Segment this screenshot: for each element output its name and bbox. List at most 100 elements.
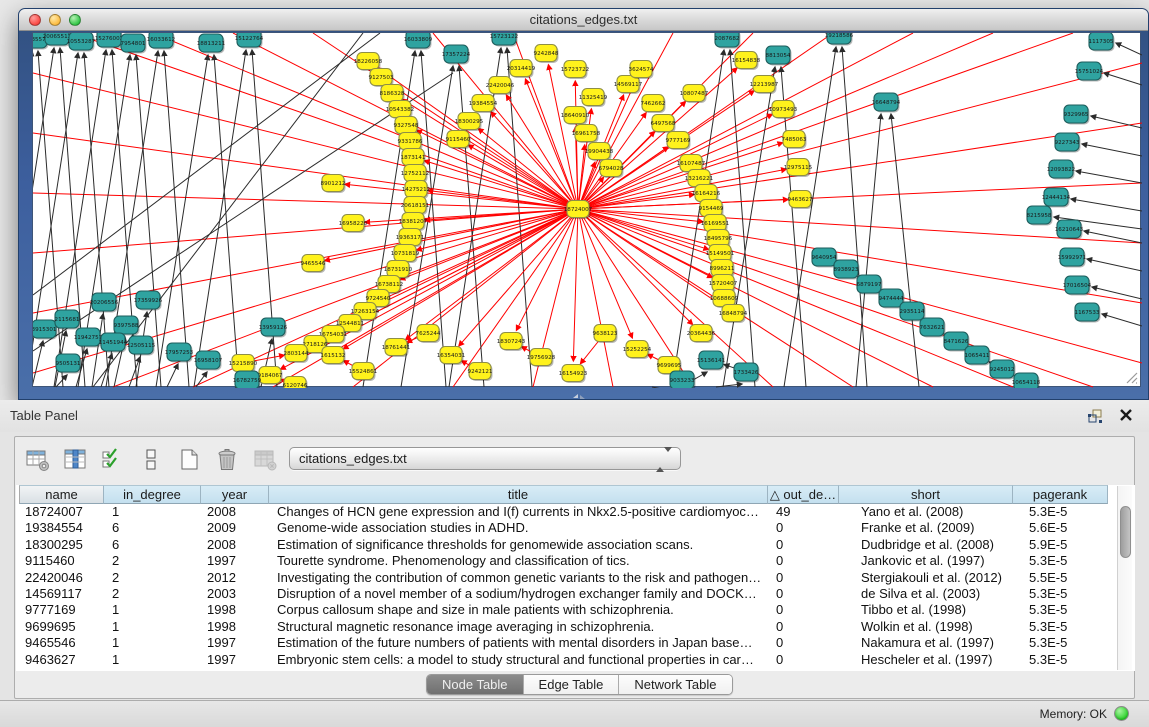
table-row[interactable]: 1872400712008Changes of HCN gene express… xyxy=(19,504,1108,520)
delete-rows-button[interactable] xyxy=(211,443,243,477)
float-panel-icon[interactable] xyxy=(1087,408,1103,424)
new-table-button[interactable] xyxy=(173,443,205,477)
node-label: 10543382 xyxy=(386,107,414,113)
cell-short: Tibbo et al. (1998) xyxy=(839,602,1013,618)
cell-short: Stergiakouli et al. (2012) xyxy=(839,570,1013,586)
vertical-scrollbar[interactable] xyxy=(1117,486,1132,670)
node-label: 9242848 xyxy=(534,51,559,57)
table-select-value: citations_edges.txt xyxy=(299,451,407,466)
table-settings-button[interactable] xyxy=(21,443,53,477)
network-canvas[interactable]: 1872400718226058912750381863281054338293… xyxy=(32,32,1141,387)
column-header-out_de[interactable]: △ out_de… xyxy=(768,485,839,504)
cell-in_degree: 2 xyxy=(104,553,201,569)
node-label: 9033233 xyxy=(670,378,695,384)
split-pane-handle[interactable] xyxy=(571,393,587,400)
node-label: 18307243 xyxy=(497,339,526,345)
cell-short: de Silva et al. (2003) xyxy=(839,586,1013,602)
tab-network-table[interactable]: Network Table xyxy=(619,675,731,694)
cell-name: 9777169 xyxy=(19,602,104,618)
network-view-window: citations_edges.txt 18724007182260589127… xyxy=(18,8,1149,400)
node-label: 1167533 xyxy=(1075,310,1100,316)
delete-table-icon xyxy=(253,448,277,472)
table-row[interactable]: 969969511998Structural magnetic resonanc… xyxy=(19,619,1108,635)
cell-pagerank: 5.3E-5 xyxy=(1013,602,1108,618)
table-body: 1872400712008Changes of HCN gene express… xyxy=(19,504,1108,668)
combo-arrows-icon xyxy=(656,452,672,467)
node-label: 15524861 xyxy=(349,369,378,375)
tab-node-table[interactable]: Node Table xyxy=(427,675,524,694)
node-label: 18761441 xyxy=(382,345,411,351)
node-label: 19384554 xyxy=(469,101,498,107)
node-label: 9329965 xyxy=(1064,112,1089,118)
node-label: 18813211 xyxy=(197,41,226,47)
table-row[interactable]: 946362711997Embryonic stem cells: a mode… xyxy=(19,652,1108,668)
node-label: 20364436 xyxy=(687,331,716,337)
node-label: 18731910 xyxy=(384,267,413,273)
node-label: 17957253 xyxy=(165,350,194,356)
column-header-name[interactable]: name xyxy=(19,485,104,504)
cell-title: Disruption of a novel member of a sodium… xyxy=(269,586,768,602)
node-label: 13216221 xyxy=(685,176,714,182)
table-row[interactable]: 946554611997Estimation of the future num… xyxy=(19,635,1108,651)
node-label: 22420046 xyxy=(486,83,515,89)
node-label: 18495796 xyxy=(704,236,733,242)
table-row[interactable]: 1830029562008Estimation of significance … xyxy=(19,537,1108,553)
column-header-in_degree[interactable]: in_degree xyxy=(104,485,201,504)
node-label: 2935114 xyxy=(900,309,925,315)
node-label: 8813054 xyxy=(766,53,791,59)
node-label: 15252254 xyxy=(623,347,652,353)
tab-edge-table[interactable]: Edge Table xyxy=(524,675,620,694)
node-label: 10688609 xyxy=(710,296,739,302)
cell-short: Yano et al. (2008) xyxy=(839,504,1013,520)
cell-name: 9465546 xyxy=(19,635,104,651)
rows-button[interactable] xyxy=(135,443,167,477)
table-row[interactable]: 2242004622012Investigating the contribut… xyxy=(19,570,1108,586)
node-label: 12444134 xyxy=(1042,195,1071,201)
table-row[interactable]: 911546021997Tourette syndrome. Phenomeno… xyxy=(19,553,1108,569)
cell-in_degree: 1 xyxy=(104,635,201,651)
cell-name: 9699695 xyxy=(19,619,104,635)
table-panel-titlebar: Table Panel xyxy=(0,400,1149,432)
table-row[interactable]: 977716911998Corpus callosum shape and si… xyxy=(19,602,1108,618)
cell-year: 2008 xyxy=(201,537,269,553)
node-label: 1065411 xyxy=(965,353,990,359)
node-label: 11451944 xyxy=(99,340,128,346)
column-header-short[interactable]: short xyxy=(839,485,1013,504)
node-label: 8186328 xyxy=(380,91,405,97)
node-label: 15276002 xyxy=(95,36,123,42)
node-label: 6120746 xyxy=(283,383,308,388)
node-label: 11325419 xyxy=(579,95,608,101)
column-header-title[interactable]: title xyxy=(269,485,768,504)
cell-title: Estimation of the future numbers of pati… xyxy=(269,635,768,651)
node-label: 2115681 xyxy=(55,317,80,323)
cell-title: Changes of HCN gene expression and I(f) … xyxy=(269,504,768,520)
table-select-dropdown[interactable]: citations_edges.txt xyxy=(289,447,681,470)
scrollbar-thumb[interactable] xyxy=(1120,506,1131,558)
cell-name: 18300295 xyxy=(19,537,104,553)
cell-short: Wolkin et al. (1998) xyxy=(839,619,1013,635)
node-label: 16958107 xyxy=(194,358,223,364)
node-label: 12505115 xyxy=(127,343,156,349)
cell-title: Tourette syndrome. Phenomenology and cla… xyxy=(269,553,768,569)
resize-grip-icon[interactable] xyxy=(1123,369,1139,385)
cell-out_de: 0 xyxy=(768,586,839,602)
show-column-button[interactable] xyxy=(59,443,91,477)
window-titlebar[interactable]: citations_edges.txt xyxy=(19,9,1148,31)
cell-pagerank: 5.9E-5 xyxy=(1013,537,1108,553)
table-panel-title: Table Panel xyxy=(10,400,78,432)
column-header-pagerank[interactable]: pagerank xyxy=(1013,485,1108,504)
column-header-year[interactable]: year xyxy=(201,485,269,504)
node-label: 10731819 xyxy=(391,251,420,257)
node-label: 18640910 xyxy=(561,113,590,119)
table-row[interactable]: 1938455462009Genome-wide association stu… xyxy=(19,520,1108,536)
node-label: 10654118 xyxy=(1012,380,1041,386)
cell-year: 2003 xyxy=(201,586,269,602)
window-title: citations_edges.txt xyxy=(19,9,1148,31)
cell-pagerank: 5.5E-5 xyxy=(1013,570,1108,586)
close-panel-icon[interactable] xyxy=(1119,408,1133,422)
select-columns-button[interactable] xyxy=(97,443,129,477)
node-label: 16782759 xyxy=(233,378,262,384)
table-row[interactable]: 1456911722003Disruption of a novel membe… xyxy=(19,586,1108,602)
delete-table-button[interactable] xyxy=(249,443,281,477)
node-label: 16738112 xyxy=(375,282,403,288)
